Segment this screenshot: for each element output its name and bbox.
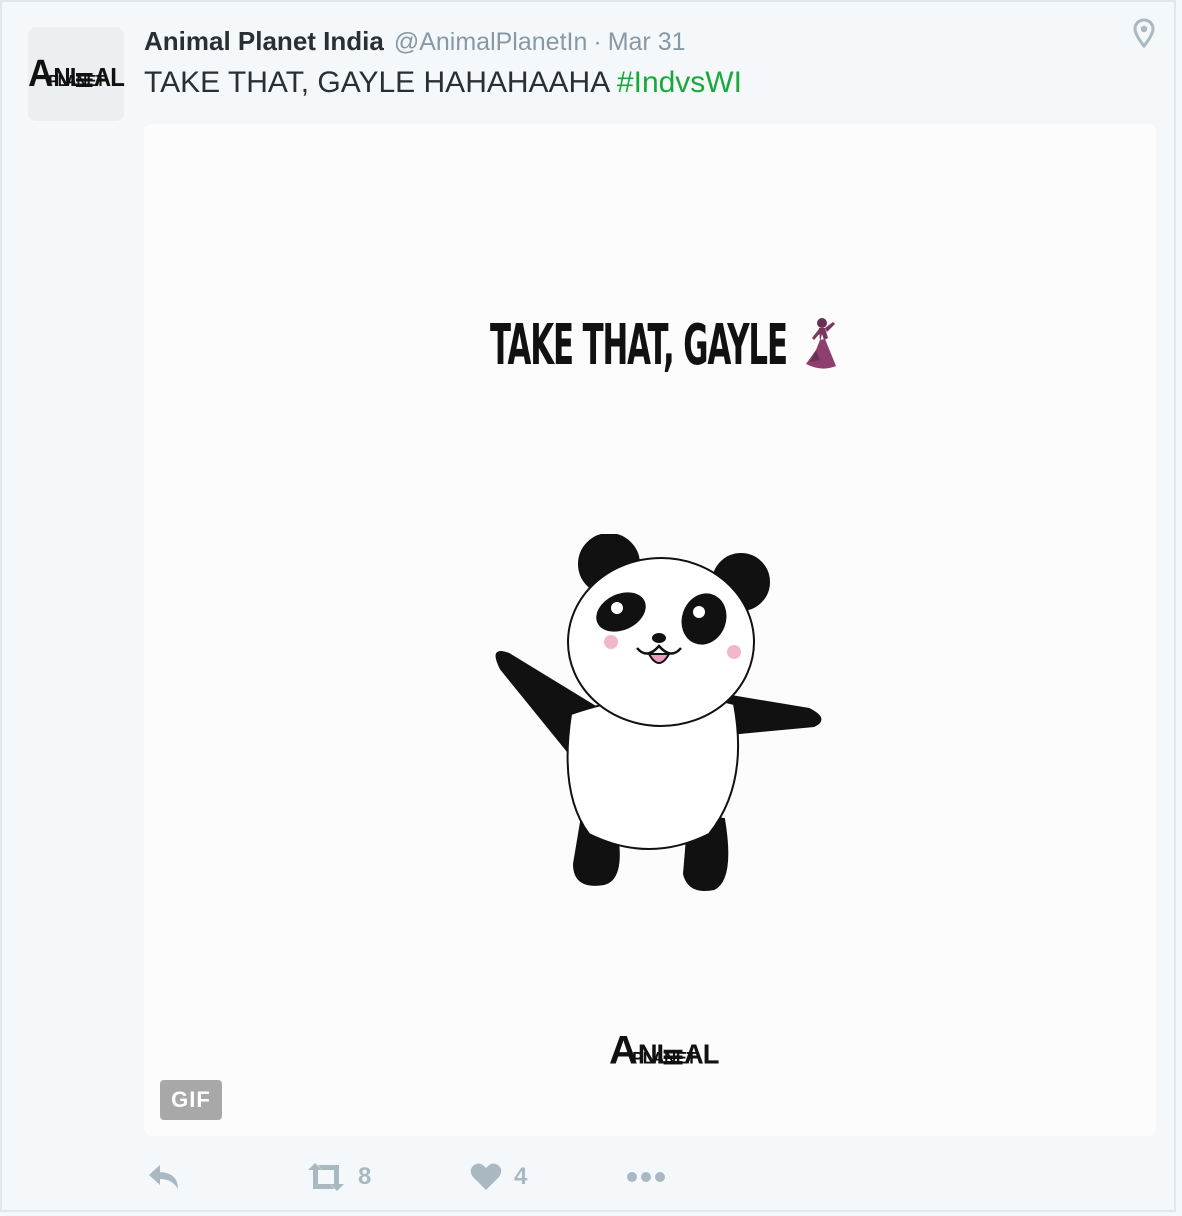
dancer-emoji-icon — [806, 318, 836, 369]
gif-badge: GIF — [160, 1080, 222, 1120]
reply-button[interactable] — [146, 1152, 182, 1202]
tweet-body: TAKE THAT, GAYLE HAHAHAAHA — [144, 66, 617, 99]
separator: · — [593, 28, 602, 56]
gif-media[interactable]: TAKE THAT, GAYLE A NI AL PLANET GIF — [144, 124, 1156, 1136]
tweet-actions: 8 4 — [144, 1152, 744, 1202]
like-count: 4 — [514, 1163, 528, 1190]
retweet-count: 8 — [358, 1163, 372, 1190]
logo-planet: PLANET — [48, 73, 105, 91]
tweet-card[interactable]: A NI AL PLANET Animal Planet India @Anim… — [0, 0, 1176, 1212]
like-button[interactable]: 4 — [470, 1152, 527, 1202]
logo-planet: PLANET — [632, 1050, 697, 1068]
gif-caption: TAKE THAT, GAYLE — [490, 312, 788, 378]
more-button[interactable] — [626, 1152, 666, 1202]
hashtag-link[interactable]: #IndvsWI — [617, 66, 742, 99]
retweet-button[interactable]: 8 — [306, 1152, 371, 1202]
avatar[interactable]: A NI AL PLANET — [28, 27, 125, 121]
panda-illustration — [495, 534, 822, 891]
tweet-header: Animal Planet India @AnimalPlanetIn · Ma… — [144, 26, 686, 58]
animal-planet-watermark: A NI AL PLANET — [609, 1031, 719, 1071]
author-handle[interactable]: @AnimalPlanetIn — [394, 28, 588, 57]
reply-icon — [149, 1165, 178, 1189]
retweet-icon — [308, 1163, 344, 1191]
tweet-date[interactable]: Mar 31 — [608, 28, 686, 57]
tweet-text: TAKE THAT, GAYLE HAHAHAAHA #IndvsWI — [144, 66, 742, 100]
location-pin-icon[interactable] — [1132, 18, 1156, 48]
heart-icon — [470, 1163, 502, 1190]
animal-planet-logo: A NI AL PLANET — [28, 55, 125, 93]
more-icon — [627, 1172, 665, 1182]
author-name[interactable]: Animal Planet India — [144, 26, 384, 57]
